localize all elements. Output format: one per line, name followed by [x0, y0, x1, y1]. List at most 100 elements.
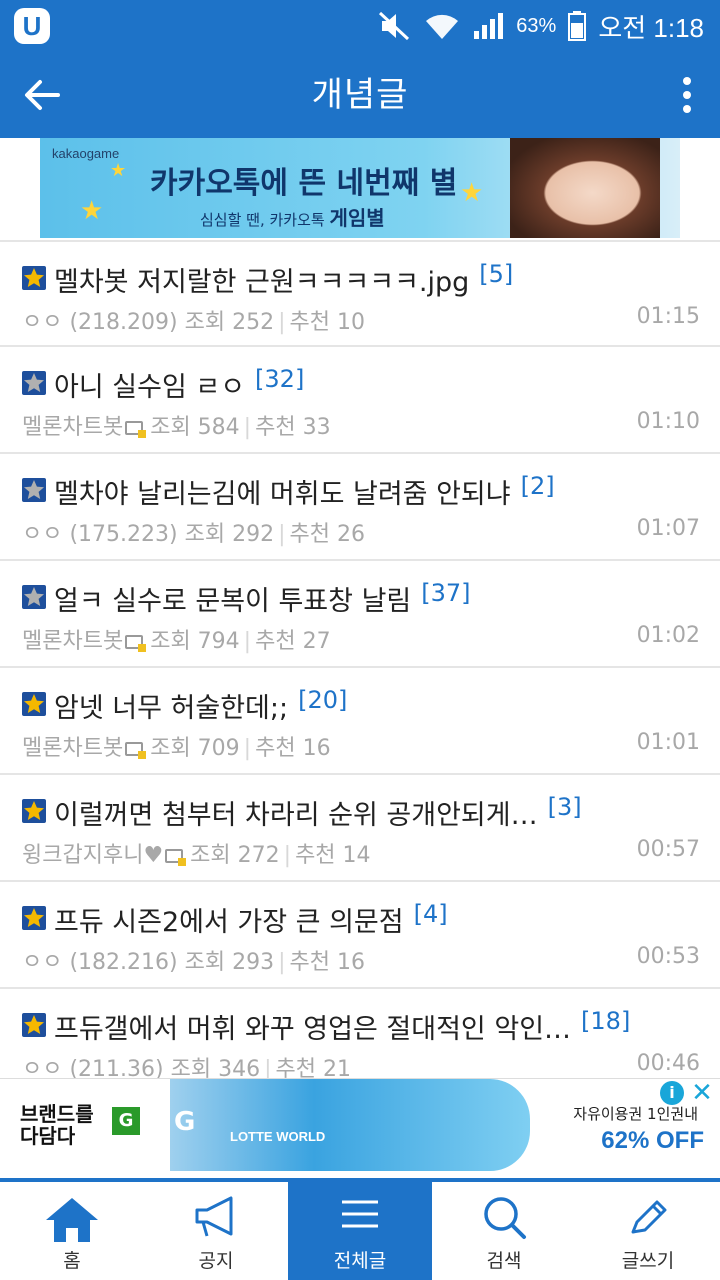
post-row[interactable]: 암넷 너무 허술한데;; [20] 멜론차트봇 조회 709 | 추천 16 01:01	[0, 668, 720, 775]
comment-count[interactable]: [4]	[414, 900, 448, 928]
post-recommend: 추천 16	[255, 736, 331, 761]
post-author: ㅇㅇ (218.209)	[22, 310, 178, 335]
comment-count[interactable]: [3]	[548, 793, 582, 821]
status-icons: 63% 오전 1:18	[378, 0, 704, 52]
meta-divider: |	[283, 843, 292, 868]
post-author: 윙크갑지후니♥	[22, 843, 164, 868]
banner-headline: 카카오톡에 뜬 네번째 별	[150, 166, 458, 201]
top-banner-ad[interactable]: kakaogame ★ ★ ★ 카카오톡에 뜬 네번째 별 심심할 땐, 카카오…	[40, 138, 680, 238]
ad-close-icon[interactable]: ✕	[688, 1079, 716, 1107]
post-time: 01:15	[636, 304, 700, 329]
signal-icon	[474, 13, 504, 39]
star-badge-icon	[22, 799, 46, 823]
post-title[interactable]: 얼ㅋ 실수로 문복이 투표창 날림	[54, 579, 411, 618]
home-icon	[46, 1198, 98, 1242]
meta-divider: |	[243, 415, 252, 440]
post-author: 멜론차트봇	[22, 629, 124, 654]
post-row[interactable]: 얼ㅋ 실수로 문복이 투표창 날림 [37] 멜론차트봇 조회 794 | 추천 27 0…	[0, 561, 720, 668]
post-author: ㅇㅇ (182.216)	[22, 950, 178, 975]
post-row[interactable]: 멜차봇 저지랄한 근원ㅋㅋㅋㅋㅋ.jpg [5] ㅇㅇ (218.209) 조회 2…	[0, 240, 720, 347]
post-meta: 멜론차트봇 조회 794 | 추천 27	[22, 623, 331, 655]
nav-all-label: 전체글	[333, 1250, 387, 1272]
mute-icon	[379, 11, 410, 41]
post-meta: 윙크갑지후니♥ 조회 272 | 추천 14	[22, 837, 371, 869]
comment-count[interactable]: [18]	[581, 1007, 630, 1035]
post-views: 조회 709	[150, 736, 240, 761]
post-views: 조회 252	[184, 310, 275, 335]
comment-count[interactable]: [32]	[255, 365, 304, 393]
post-title[interactable]: 암넷 너무 허술한데;;	[54, 686, 288, 725]
star-badge-icon	[22, 585, 46, 609]
post-meta: 멜론차트봇 조회 709 | 추천 16	[22, 730, 331, 762]
star-badge-icon	[22, 266, 46, 290]
meta-divider: |	[278, 522, 286, 547]
post-views: 조회 794	[150, 629, 240, 654]
post-meta: ㅇㅇ (218.209) 조회 252 | 추천 10	[22, 304, 365, 336]
banner-sub: 심심할 땐, 카카오톡 게임별	[200, 202, 385, 231]
member-icon	[125, 742, 147, 759]
post-views: 조회 292	[184, 522, 275, 547]
ad-left-text: 브랜드를 다담다	[20, 1103, 94, 1147]
banner-brand: kakaogame	[52, 146, 120, 161]
post-recommend: 추천 10	[289, 310, 365, 335]
star-icon: ★	[80, 196, 104, 226]
post-row[interactable]: 프듀 시즌2에서 가장 큰 의문점 [4] ㅇㅇ (182.216) 조회 293 |…	[0, 882, 720, 989]
post-row[interactable]: 멜차야 날리는김에 머휘도 날려줌 안되냐 [2] ㅇㅇ (175.223) 조회 …	[0, 454, 720, 561]
ad-left-line2: 다담다	[20, 1124, 76, 1148]
post-views: 조회 272	[190, 843, 280, 868]
comment-count[interactable]: [37]	[421, 579, 470, 607]
post-time: 01:01	[636, 730, 700, 755]
star-badge-icon	[22, 906, 46, 930]
nav-write[interactable]: 글쓰기	[576, 1182, 720, 1280]
nav-search[interactable]: 검색	[432, 1182, 576, 1280]
post-title[interactable]: 아니 실수임 ㄹㅇ	[54, 365, 245, 404]
bottom-nav: 홈 공지 전체글 검색 글쓰기	[0, 1178, 720, 1280]
comment-count[interactable]: [2]	[521, 472, 555, 500]
post-row[interactable]: 이럴꺼면 첨부터 차라리 순위 공개안되게… [3] 윙크갑지후니♥ 조회 272 |…	[0, 775, 720, 882]
bottom-banner-ad[interactable]: 브랜드를 다담다 G G LOTTE WORLD 자유이용권 1인권내 62% O…	[0, 1078, 720, 1171]
post-author: 멜론차트봇	[22, 736, 124, 761]
ad-center-image: G LOTTE WORLD	[170, 1079, 530, 1171]
banner-sub-bold: 게임별	[329, 206, 385, 230]
clock: 오전 1:18	[598, 12, 704, 43]
post-time: 01:07	[636, 516, 700, 541]
post-views: 조회 293	[184, 950, 275, 975]
post-recommend: 추천 14	[295, 843, 371, 868]
menu-icon	[342, 1200, 378, 1228]
member-icon	[125, 635, 147, 652]
post-title[interactable]: 멜차야 날리는김에 머휘도 날려줌 안되냐	[54, 472, 511, 511]
app-bar: 개념글	[0, 52, 720, 138]
post-recommend: 추천 26	[289, 522, 365, 547]
nav-notice-label: 공지	[198, 1250, 234, 1272]
ad-center-label: LOTTE WORLD	[230, 1129, 326, 1144]
nav-home-label: 홈	[63, 1250, 81, 1272]
meta-divider: |	[278, 950, 286, 975]
post-recommend: 추천 16	[289, 950, 365, 975]
more-options-icon[interactable]	[672, 72, 702, 118]
page-title: 개념글	[311, 75, 409, 115]
meta-divider: |	[243, 736, 252, 761]
nav-search-label: 검색	[486, 1250, 522, 1272]
comment-count[interactable]: [20]	[298, 686, 347, 714]
post-title[interactable]: 프듀갤에서 머휘 와꾸 영업은 절대적인 악인…	[54, 1007, 571, 1046]
megaphone-icon	[195, 1196, 233, 1237]
post-title[interactable]: 멜차봇 저지랄한 근원ㅋㅋㅋㅋㅋ.jpg	[54, 260, 469, 299]
post-row[interactable]: 아니 실수임 ㄹㅇ [32] 멜론차트봇 조회 584 | 추천 33 01:10	[0, 347, 720, 454]
post-list: 멜차봇 저지랄한 근원ㅋㅋㅋㅋㅋ.jpg [5] ㅇㅇ (218.209) 조회 2…	[0, 240, 720, 1096]
post-views: 조회 584	[150, 415, 240, 440]
ad-info-icon[interactable]: i	[660, 1081, 684, 1105]
star-badge-icon	[22, 1013, 46, 1037]
post-title[interactable]: 이럴꺼면 첨부터 차라리 순위 공개안되게…	[54, 793, 538, 832]
nav-notice[interactable]: 공지	[144, 1182, 288, 1280]
nav-home[interactable]: 홈	[0, 1182, 144, 1280]
post-meta: 멜론차트봇 조회 584 | 추천 33	[22, 409, 331, 441]
post-time: 01:02	[636, 623, 700, 648]
nav-all[interactable]: 전체글	[288, 1182, 432, 1280]
ad-right-text: 자유이용권 1인권내	[573, 1105, 698, 1123]
banner-sub-prefix: 심심할 땐, 카카오톡	[200, 211, 325, 229]
ad-left-line1: 브랜드를	[20, 1102, 94, 1126]
post-title[interactable]: 프듀 시즌2에서 가장 큰 의문점	[54, 900, 404, 939]
star-icon: ★	[460, 178, 484, 208]
comment-count[interactable]: [5]	[479, 260, 513, 288]
battery-icon	[568, 11, 587, 41]
